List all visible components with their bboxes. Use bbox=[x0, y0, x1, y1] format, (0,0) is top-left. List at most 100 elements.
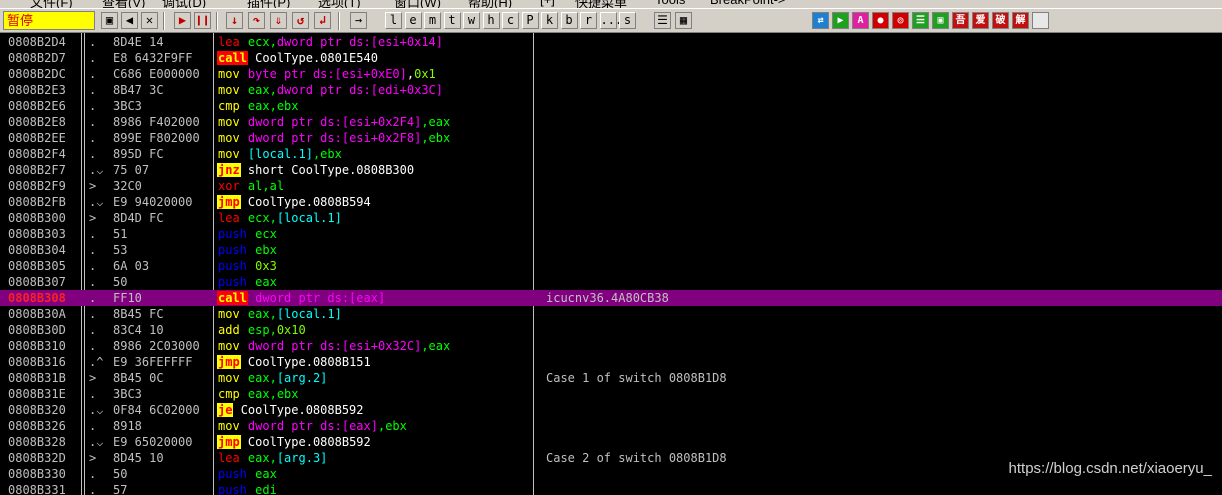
instruction-row[interactable]: 0808B316 .^ E9 36FEFFFF jmp CoolType.0808B1… bbox=[0, 354, 1222, 370]
menu-bar: 文件(F) 查看(V) 调试(D) 插件(P) 选项(T) 窗口(W) 帮助(H) [+] 快捷… bbox=[0, 0, 1222, 8]
mnemonic: push bbox=[218, 483, 247, 495]
operand: eax, bbox=[247, 451, 277, 465]
instruction-row[interactable]: 0808B2F9 >32C0 xor al,al bbox=[0, 178, 1222, 194]
instruction-row[interactable]: 0808B30A. 8B45 FC mov eax,[local.1] bbox=[0, 306, 1222, 322]
window-button[interactable]: k bbox=[541, 12, 558, 29]
instruction-row[interactable]: 0808B2EE. 899E F802000 mov dword ptr ds:[e… bbox=[0, 130, 1222, 146]
instruction: push eax bbox=[217, 466, 532, 482]
instruction-row[interactable]: 0808B31E. 3BC3 cmp eax,ebx bbox=[0, 386, 1222, 402]
rewind-icon[interactable]: ◀ bbox=[121, 12, 138, 29]
instruction: lea eax,[arg.3] bbox=[217, 450, 532, 466]
instruction-row[interactable]: 0808B310. 8986 2C03000 mov dword ptr ds:[e… bbox=[0, 338, 1222, 354]
address: 0808B2E8 bbox=[8, 115, 66, 129]
instruction: push eax bbox=[217, 274, 532, 290]
bars-icon[interactable]: ☰ bbox=[912, 12, 929, 29]
menu-item[interactable]: [+] bbox=[540, 0, 555, 7]
menu-item[interactable]: 文件(F) bbox=[30, 0, 73, 8]
run-icon[interactable]: ▶ bbox=[174, 12, 191, 29]
target-icon[interactable]: ◎ bbox=[892, 12, 909, 29]
play-icon[interactable]: ▶ bbox=[832, 12, 849, 29]
operand: ecx, bbox=[247, 211, 277, 225]
instruction-row[interactable]: 0808B30D. 83C4 10 add esp,0x10 bbox=[0, 322, 1222, 338]
instruction-row[interactable]: 0808B305. 6A 03 push 0x3 bbox=[0, 258, 1222, 274]
instruction-row[interactable]: 0808B2DC. C686 E000000 mov byte ptr ds:[es… bbox=[0, 66, 1222, 82]
hex-bytes: 8B47 3C bbox=[113, 83, 164, 97]
step-into-icon[interactable]: ↓ bbox=[226, 12, 243, 29]
record-icon[interactable]: ● bbox=[872, 12, 889, 29]
operand: ,ebx bbox=[377, 419, 407, 433]
window-button[interactable]: m bbox=[424, 12, 441, 29]
operand: dword ptr ds:[edi+0x3C] bbox=[276, 83, 443, 97]
window-icon[interactable]: ▣ bbox=[932, 12, 949, 29]
goto-icon[interactable]: → bbox=[350, 12, 367, 29]
trace-into-icon[interactable]: ⇓ bbox=[270, 12, 287, 29]
instruction-row[interactable]: 0808B2F7 .⌵ 75 07 jnz short CoolType.0808B3… bbox=[0, 162, 1222, 178]
menu-item[interactable]: 插件(P) bbox=[247, 0, 290, 8]
hex-bytes: 8918 bbox=[113, 419, 142, 433]
instruction-row[interactable]: 0808B2E6. 3BC3 cmp eax,ebx bbox=[0, 98, 1222, 114]
list-icon[interactable]: ☰ bbox=[654, 12, 671, 29]
instruction-row[interactable]: 0808B304. 53 push ebx bbox=[0, 242, 1222, 258]
instruction-row[interactable]: 0808B2F4. 895D FC mov [local.1],ebx bbox=[0, 146, 1222, 162]
operand: dword ptr ds:[esi+0x14] bbox=[276, 35, 443, 49]
window-button[interactable]: P bbox=[521, 12, 539, 29]
a-icon[interactable]: A bbox=[852, 12, 869, 29]
instruction-row[interactable]: 0808B2E8. 8986 F402000 mov dword ptr ds:[e… bbox=[0, 114, 1222, 130]
jie-icon[interactable]: 解 bbox=[1012, 12, 1029, 29]
jump-marker: . bbox=[89, 275, 97, 289]
window-button[interactable]: b bbox=[560, 12, 578, 29]
window-button[interactable]: l bbox=[385, 12, 402, 29]
window-button[interactable]: e bbox=[404, 12, 422, 29]
execute-till-return-icon[interactable]: ↲ bbox=[314, 12, 331, 29]
wu-icon[interactable]: 吾 bbox=[952, 12, 969, 29]
menu-item[interactable]: Tools bbox=[655, 0, 685, 7]
po-icon[interactable]: 破 bbox=[992, 12, 1009, 29]
instruction-row[interactable]: 0808B331. 57 push edi bbox=[0, 482, 1222, 495]
window-button[interactable]: r bbox=[580, 12, 597, 29]
hex-bytes: 8D45 10 bbox=[113, 451, 164, 465]
mnemonic: mov bbox=[218, 83, 240, 97]
instruction-row[interactable]: 0808B2D7. E8 6432F9FF call CoolType.0801E5… bbox=[0, 50, 1222, 66]
window-button[interactable]: s bbox=[619, 12, 636, 29]
mnemonic: call bbox=[217, 291, 248, 305]
menu-item[interactable]: 查看(V) bbox=[102, 0, 145, 8]
ai-icon[interactable]: 爱 bbox=[972, 12, 989, 29]
hex-bytes: 32C0 bbox=[113, 179, 142, 193]
instruction: cmp eax,ebx bbox=[217, 98, 532, 114]
menu-item[interactable]: 窗口(W) bbox=[394, 0, 441, 8]
grid-icon[interactable]: ▦ bbox=[675, 12, 692, 29]
instruction-row[interactable]: 0808B328 .⌵ E9 65020000 jmp CoolType.0808B5… bbox=[0, 434, 1222, 450]
window-button[interactable]: h bbox=[482, 12, 500, 29]
instruction-row[interactable]: 0808B303. 51 push ecx bbox=[0, 226, 1222, 242]
instruction-row[interactable]: 0808B326. 8918 mov dword ptr ds:[eax],ebx bbox=[0, 418, 1222, 434]
instruction-row[interactable]: 0808B31B >8B45 0C mov eax,[arg.2] Case 1 of… bbox=[0, 370, 1222, 386]
menu-item[interactable]: 调试(D) bbox=[162, 0, 206, 8]
window-button[interactable]: ... bbox=[599, 12, 622, 29]
instruction-row[interactable]: 0808B320 .⌵ 0F84 6C02000 je CoolType.0808B5… bbox=[0, 402, 1222, 418]
instruction-row[interactable]: 0808B2E3. 8B47 3C mov eax,dword ptr ds:[ed… bbox=[0, 82, 1222, 98]
close-icon[interactable]: ✕ bbox=[141, 12, 158, 29]
comment: Case 2 of switch 0808B1D8 bbox=[546, 451, 727, 465]
jump-marker: . bbox=[89, 387, 97, 401]
blank-button[interactable] bbox=[1032, 12, 1049, 29]
swap-icon[interactable]: ⇄ bbox=[812, 12, 829, 29]
instruction-row[interactable]: 0808B2D4. 8D4E 14 lea ecx,dword ptr ds:[es… bbox=[0, 34, 1222, 50]
jump-marker: > bbox=[89, 211, 97, 225]
disassembly-pane[interactable]: 0808B2D4. 8D4E 14 lea ecx,dword ptr ds:[es… bbox=[0, 33, 1222, 495]
menu-item[interactable]: 帮助(H) bbox=[468, 0, 512, 8]
selected-instruction-row[interactable]: 0808B308. FF10 call dword ptr ds:[eax] icuc… bbox=[0, 290, 1222, 306]
instruction-row[interactable]: 0808B300 >8D4D FC lea ecx,[local.1] bbox=[0, 210, 1222, 226]
menu-item[interactable]: 快捷菜单 bbox=[575, 0, 627, 8]
instruction-row[interactable]: 0808B2FB .⌵ E9 94020000 jmp CoolType.0808B5… bbox=[0, 194, 1222, 210]
step-over-icon[interactable]: ↷ bbox=[248, 12, 265, 29]
window-button[interactable]: w bbox=[463, 12, 480, 29]
menu-item[interactable]: BreakPoint-> bbox=[710, 0, 786, 7]
pause-icon[interactable]: ❙❙ bbox=[194, 12, 211, 29]
instruction-row[interactable]: 0808B307. 50 push eax bbox=[0, 274, 1222, 290]
window-button[interactable]: t bbox=[443, 12, 461, 29]
window-button[interactable]: c bbox=[502, 12, 519, 29]
open-file-icon[interactable]: ▣ bbox=[101, 12, 118, 29]
instruction: je CoolType.0808B592 bbox=[217, 402, 532, 418]
trace-over-icon[interactable]: ↺ bbox=[292, 12, 309, 29]
menu-item[interactable]: 选项(T) bbox=[318, 0, 361, 8]
